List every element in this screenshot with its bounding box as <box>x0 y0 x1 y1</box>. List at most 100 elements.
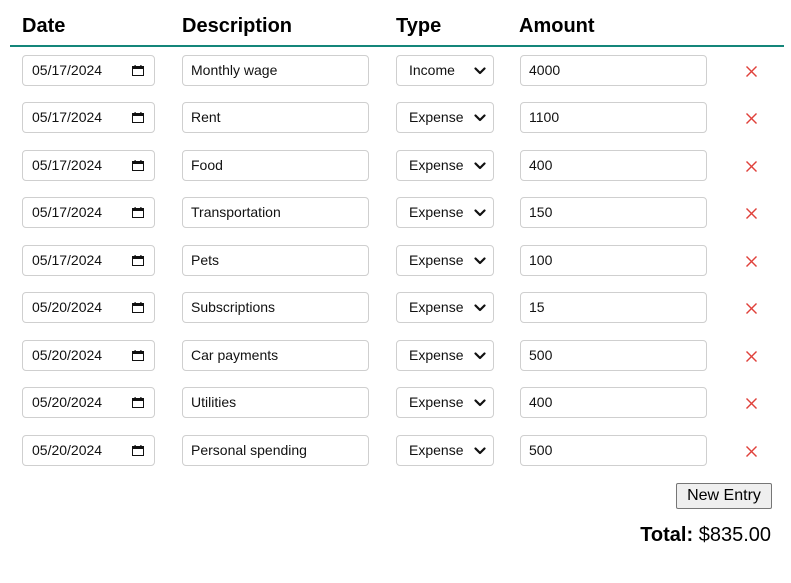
description-value: Food <box>191 157 223 173</box>
date-value: 05/17/2024 <box>32 252 103 268</box>
total-label: Total: <box>640 524 694 546</box>
calendar-icon[interactable] <box>132 445 144 456</box>
amount-value: 150 <box>529 204 553 220</box>
type-select[interactable]: Expense <box>396 102 494 133</box>
amount-input[interactable]: 400 <box>520 150 707 181</box>
amount-input[interactable]: 400 <box>520 387 707 418</box>
type-select[interactable]: Expense <box>396 387 494 418</box>
type-select[interactable]: Expense <box>396 245 494 276</box>
chevron-down-icon <box>474 352 486 360</box>
amount-input[interactable]: 150 <box>520 197 707 228</box>
type-value: Income <box>409 62 455 78</box>
calendar-icon[interactable] <box>132 65 144 76</box>
description-input[interactable]: Utilities <box>182 387 369 418</box>
close-icon[interactable] <box>745 397 758 410</box>
calendar-icon[interactable] <box>132 302 144 313</box>
date-input[interactable]: 05/17/2024 <box>22 55 155 86</box>
description-input[interactable]: Pets <box>182 245 369 276</box>
date-value: 05/20/2024 <box>32 394 103 410</box>
close-icon[interactable] <box>745 350 758 363</box>
description-value: Rent <box>191 109 221 125</box>
type-value: Expense <box>409 157 464 173</box>
entry-row: 05/20/2024 Personal spending Expense 500 <box>0 435 791 468</box>
description-input[interactable]: Car payments <box>182 340 369 371</box>
amount-value: 4000 <box>529 62 561 78</box>
close-icon[interactable] <box>745 207 758 220</box>
type-value: Expense <box>409 204 464 220</box>
description-input[interactable]: Personal spending <box>182 435 369 466</box>
close-icon[interactable] <box>745 112 758 125</box>
amount-value: 500 <box>529 347 553 363</box>
description-column-header: Description <box>182 15 293 37</box>
total-value: $835.00 <box>698 524 771 546</box>
new-entry-button[interactable]: New Entry <box>676 483 772 509</box>
description-input[interactable]: Food <box>182 150 369 181</box>
type-value: Expense <box>409 442 464 458</box>
date-input[interactable]: 05/20/2024 <box>22 340 155 371</box>
chevron-down-icon <box>474 304 486 312</box>
entry-row: 05/20/2024 Subscriptions Expense 15 <box>0 292 791 325</box>
chevron-down-icon <box>474 209 486 217</box>
amount-column-header: Amount <box>519 15 595 37</box>
description-input[interactable]: Transportation <box>182 197 369 228</box>
calendar-icon[interactable] <box>132 350 144 361</box>
close-icon[interactable] <box>745 302 758 315</box>
description-input[interactable]: Subscriptions <box>182 292 369 323</box>
date-input[interactable]: 05/20/2024 <box>22 435 155 466</box>
date-value: 05/17/2024 <box>32 157 103 173</box>
date-value: 05/17/2024 <box>32 204 103 220</box>
description-value: Subscriptions <box>191 299 276 315</box>
description-input[interactable]: Monthly wage <box>182 55 369 86</box>
type-value: Expense <box>409 394 464 410</box>
type-select[interactable]: Expense <box>396 435 494 466</box>
amount-value: 1100 <box>529 109 560 125</box>
amount-value: 15 <box>529 299 545 315</box>
chevron-down-icon <box>474 114 486 122</box>
description-input[interactable]: Rent <box>182 102 369 133</box>
date-input[interactable]: 05/17/2024 <box>22 102 155 133</box>
close-icon[interactable] <box>745 65 758 78</box>
date-input[interactable]: 05/20/2024 <box>22 292 155 323</box>
amount-input[interactable]: 100 <box>520 245 707 276</box>
entry-row: 05/17/2024 Transportation Expense 150 <box>0 197 791 230</box>
close-icon[interactable] <box>745 255 758 268</box>
date-input[interactable]: 05/17/2024 <box>22 197 155 228</box>
date-input[interactable]: 05/20/2024 <box>22 387 155 418</box>
date-input[interactable]: 05/17/2024 <box>22 150 155 181</box>
amount-input[interactable]: 500 <box>520 435 707 466</box>
type-column-header: Type <box>396 15 442 37</box>
close-icon[interactable] <box>745 445 758 458</box>
date-value: 05/17/2024 <box>32 109 103 125</box>
type-value: Expense <box>409 299 464 315</box>
date-value: 05/20/2024 <box>32 299 103 315</box>
amount-input[interactable]: 500 <box>520 340 707 371</box>
amount-value: 400 <box>529 157 553 173</box>
description-value: Utilities <box>191 394 237 410</box>
calendar-icon[interactable] <box>132 397 144 408</box>
date-value: 05/20/2024 <box>32 347 103 363</box>
type-value: Expense <box>409 252 464 268</box>
amount-value: 400 <box>529 394 553 410</box>
description-value: Car payments <box>191 347 279 363</box>
entry-row: 05/20/2024 Car payments Expense 500 <box>0 340 791 373</box>
chevron-down-icon <box>474 162 486 170</box>
entry-row: 05/20/2024 Utilities Expense 400 <box>0 387 791 420</box>
date-input[interactable]: 05/17/2024 <box>22 245 155 276</box>
date-value: 05/20/2024 <box>32 442 103 458</box>
amount-input[interactable]: 1100 <box>520 102 707 133</box>
calendar-icon[interactable] <box>132 112 144 123</box>
close-icon[interactable] <box>745 160 758 173</box>
calendar-icon[interactable] <box>132 207 144 218</box>
calendar-icon[interactable] <box>132 255 144 266</box>
total: Total: $835.00 <box>640 522 771 548</box>
amount-input[interactable]: 15 <box>520 292 707 323</box>
description-value: Personal spending <box>191 442 307 458</box>
type-select[interactable]: Expense <box>396 292 494 323</box>
type-select[interactable]: Income <box>396 55 494 86</box>
amount-value: 100 <box>529 252 553 268</box>
amount-input[interactable]: 4000 <box>520 55 707 86</box>
type-select[interactable]: Expense <box>396 197 494 228</box>
calendar-icon[interactable] <box>132 160 144 171</box>
type-select[interactable]: Expense <box>396 150 494 181</box>
type-select[interactable]: Expense <box>396 340 494 371</box>
